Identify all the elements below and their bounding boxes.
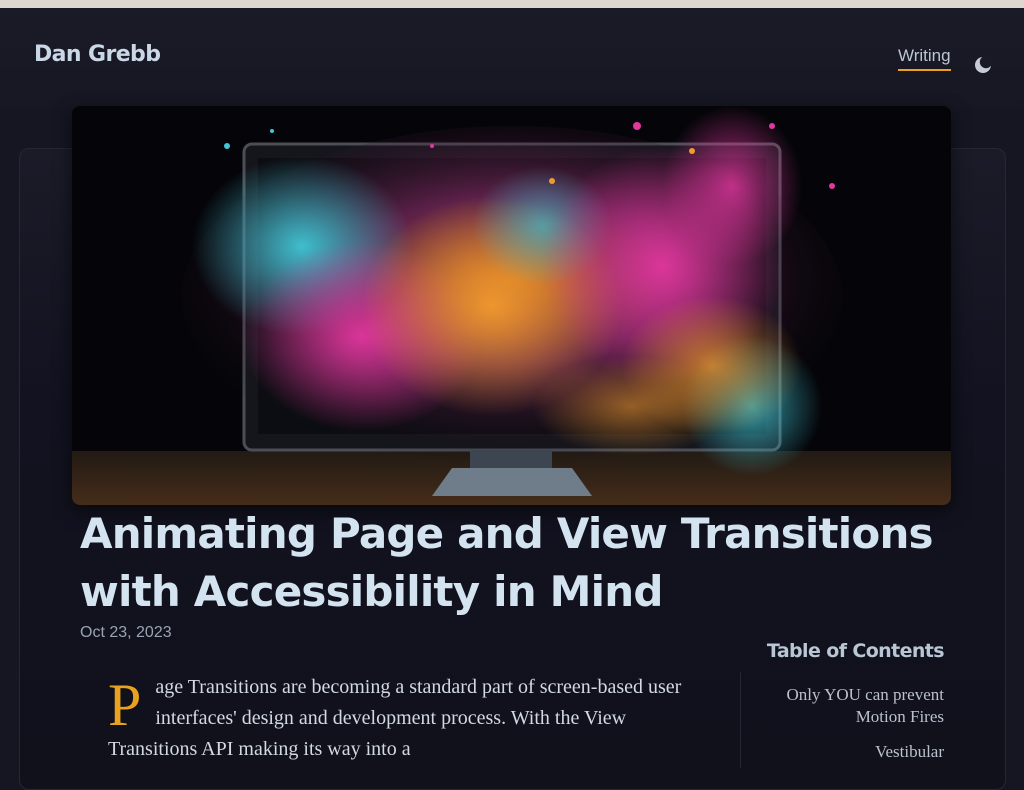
toc-item-vestibular[interactable]: Vestibular bbox=[744, 741, 944, 763]
toc-item-motion-fires[interactable]: Only YOU can prevent Motion Fires bbox=[744, 684, 944, 728]
nav-link-writing[interactable]: Writing bbox=[898, 46, 951, 71]
hero-illustration bbox=[72, 106, 951, 505]
article-date: Oct 23, 2023 bbox=[80, 624, 172, 641]
theme-toggle-button[interactable] bbox=[973, 55, 993, 75]
site-header: Dan Grebb Writing bbox=[0, 8, 1024, 108]
table-of-contents: Table of Contents Only YOU can prevent M… bbox=[744, 640, 945, 776]
toc-divider bbox=[740, 672, 741, 768]
drop-cap: P bbox=[108, 672, 142, 738]
hero-image bbox=[72, 106, 951, 505]
article-title: Animating Page and View Transitions with… bbox=[80, 509, 934, 616]
article-intro: age Transitions are becoming a standard … bbox=[108, 676, 682, 760]
article-body: Page Transitions are becoming a standard… bbox=[108, 672, 698, 765]
moon-icon bbox=[975, 55, 993, 73]
top-strip bbox=[0, 0, 1024, 8]
site-title[interactable]: Dan Grebb bbox=[34, 42, 161, 67]
toc-title: Table of Contents bbox=[766, 640, 945, 662]
